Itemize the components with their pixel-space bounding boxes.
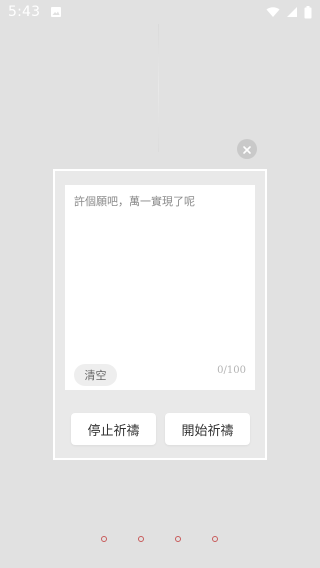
start-prayer-button[interactable]: 開始祈禱	[165, 413, 250, 445]
close-button[interactable]	[237, 139, 257, 159]
wish-card: 清空 0/100 停止祈禱 開始祈禱	[53, 169, 267, 460]
wish-input[interactable]	[65, 185, 255, 345]
image-icon	[50, 3, 62, 22]
battery-icon	[304, 5, 312, 19]
wish-area: 清空 0/100	[65, 185, 255, 390]
stop-prayer-button[interactable]: 停止祈禱	[71, 413, 156, 445]
thread-decoration	[158, 24, 159, 152]
char-counter: 0/100	[217, 365, 246, 376]
signal-icon	[286, 6, 298, 18]
wifi-icon	[266, 6, 280, 18]
status-icons	[266, 5, 312, 19]
status-bar: 5:43	[0, 0, 320, 24]
page-dot-1[interactable]	[101, 536, 107, 542]
clear-button[interactable]: 清空	[74, 364, 117, 386]
page-dot-4[interactable]	[212, 536, 218, 542]
status-left: 5:43	[8, 3, 62, 22]
close-icon	[242, 140, 252, 159]
page-dot-2[interactable]	[138, 536, 144, 542]
page-dot-3[interactable]	[175, 536, 181, 542]
status-time: 5:43	[8, 4, 41, 20]
page-indicator	[0, 536, 320, 546]
